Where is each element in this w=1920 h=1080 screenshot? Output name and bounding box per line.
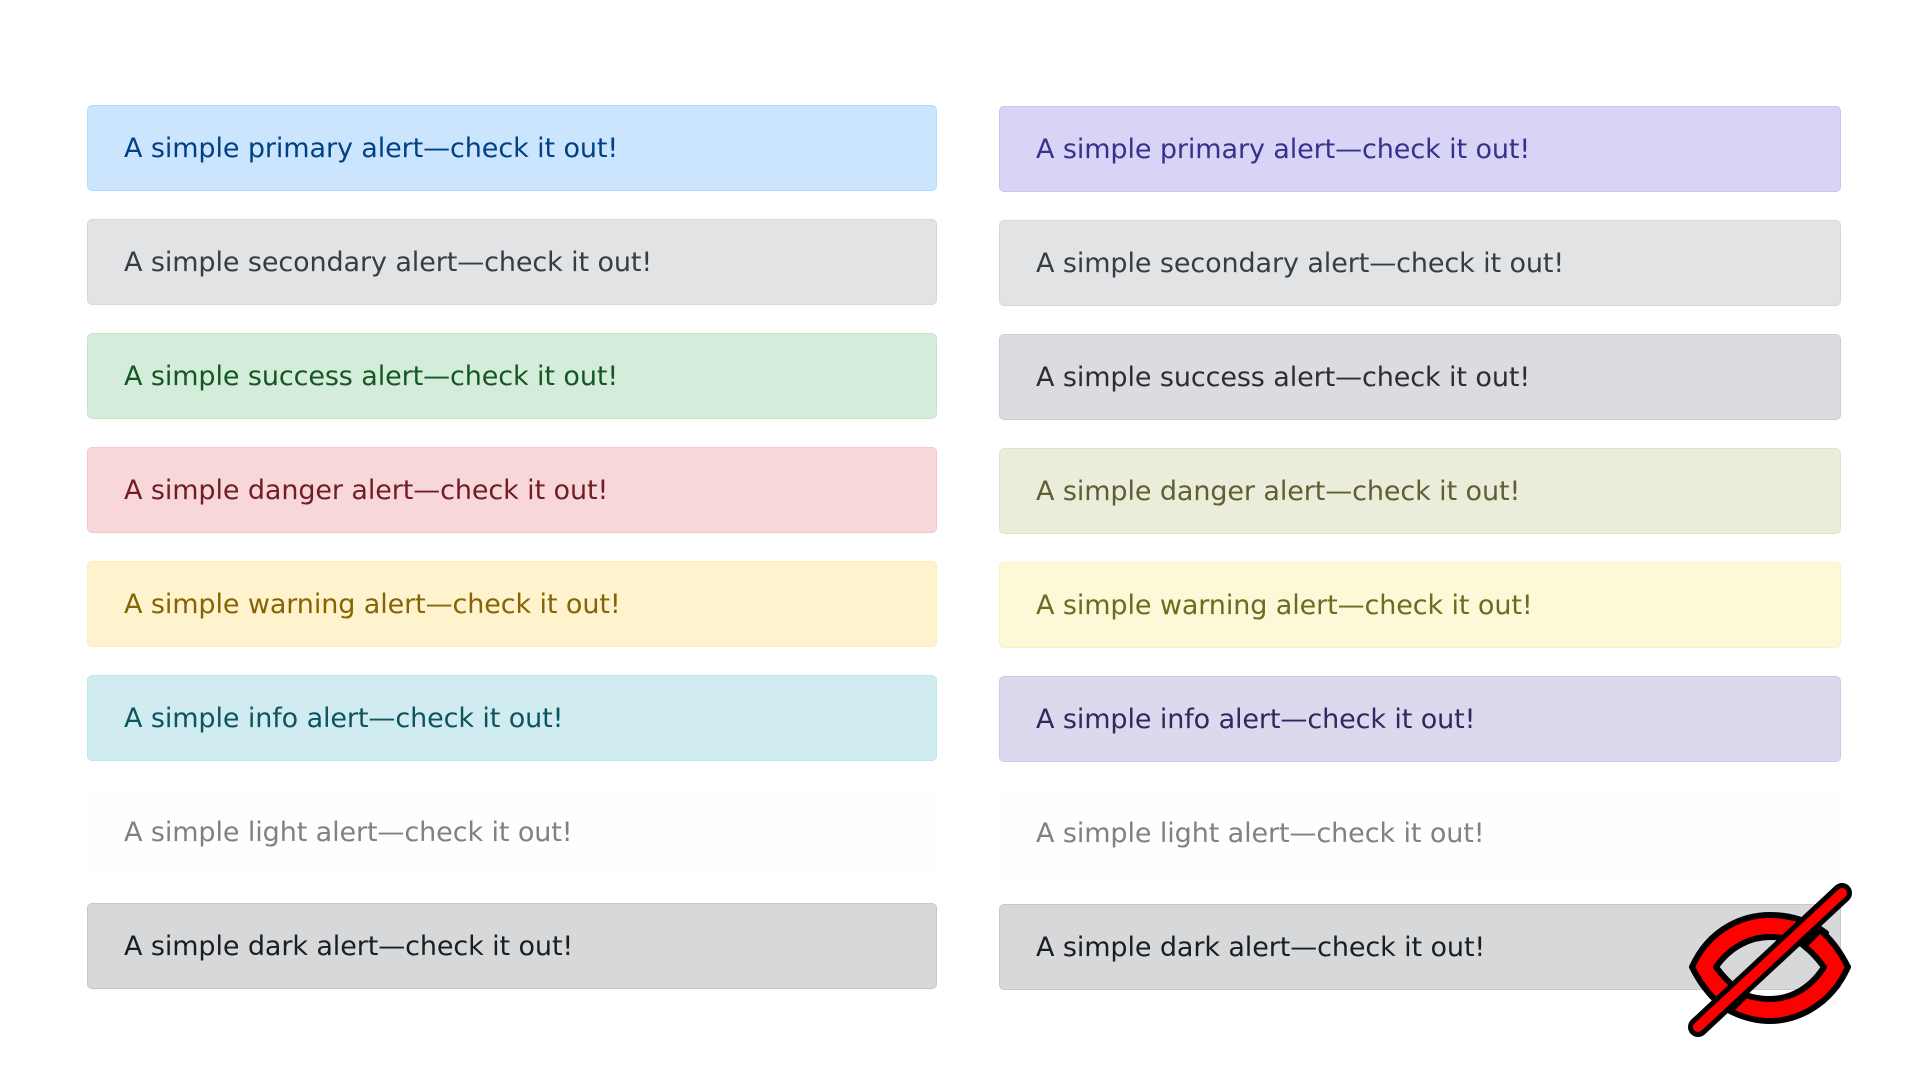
alert-info: A simple info alert—check it out! [87,675,937,761]
alert-primary: A simple primary alert—check it out! [999,106,1841,192]
alert-secondary: A simple secondary alert—check it out! [87,219,937,305]
alert-text: A simple success alert—check it out! [1036,361,1531,393]
alert-text: A simple secondary alert—check it out! [124,246,653,278]
alert-dark: A simple dark alert—check it out! [87,903,937,989]
alert-text: A simple light alert—check it out! [1036,817,1485,849]
alert-text: A simple dark alert—check it out! [124,930,574,962]
alert-danger: A simple danger alert—check it out! [87,447,937,533]
alert-success: A simple success alert—check it out! [87,333,937,419]
alert-secondary: A simple secondary alert—check it out! [999,220,1841,306]
alert-info: A simple info alert—check it out! [999,676,1841,762]
alert-warning: A simple warning alert—check it out! [999,562,1841,648]
alert-light: A simple light alert—check it out! [999,790,1841,876]
alert-primary: A simple primary alert—check it out! [87,105,937,191]
alerts-comparison: A simple primary alert—check it out! A s… [0,0,1920,1080]
eye-slash-shape [1688,883,1852,1037]
alert-text: A simple danger alert—check it out! [1036,475,1521,507]
alert-text: A simple primary alert—check it out! [124,132,619,164]
left-alert-column: A simple primary alert—check it out! A s… [87,105,937,1017]
alert-text: A simple success alert—check it out! [124,360,619,392]
alert-text: A simple warning alert—check it out! [1036,589,1533,621]
alert-text: A simple light alert—check it out! [124,816,573,848]
alert-text: A simple warning alert—check it out! [124,588,621,620]
alert-success: A simple success alert—check it out! [999,334,1841,420]
alert-warning: A simple warning alert—check it out! [87,561,937,647]
alert-text: A simple danger alert—check it out! [124,474,609,506]
alert-text: A simple info alert—check it out! [124,702,564,734]
alert-text: A simple primary alert—check it out! [1036,133,1531,165]
alert-text: A simple secondary alert—check it out! [1036,247,1565,279]
alert-text: A simple dark alert—check it out! [1036,931,1486,963]
alert-text: A simple info alert—check it out! [1036,703,1476,735]
alert-danger: A simple danger alert—check it out! [999,448,1841,534]
eye-slash-icon [1688,883,1852,1037]
alert-light: A simple light alert—check it out! [87,789,937,875]
